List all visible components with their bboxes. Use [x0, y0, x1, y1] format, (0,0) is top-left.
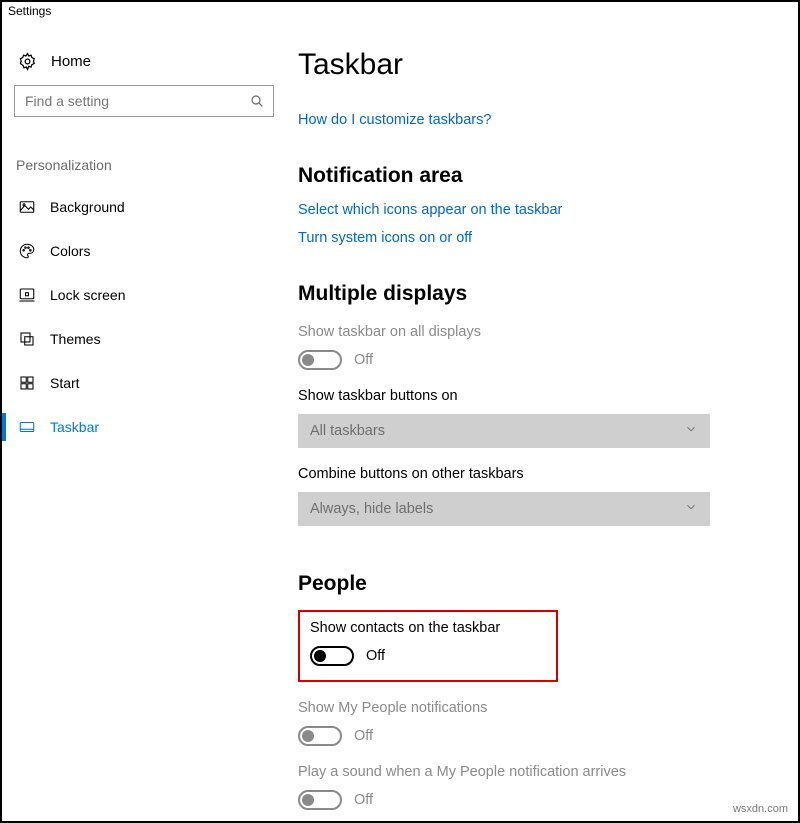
start-icon	[18, 374, 36, 392]
show-contacts-label: Show contacts on the taskbar	[310, 620, 546, 636]
nav-lock-screen[interactable]: Lock screen	[14, 273, 280, 317]
search-input[interactable]	[23, 92, 249, 110]
chevron-down-icon	[684, 500, 698, 518]
palette-icon	[18, 242, 36, 260]
nav-label: Lock screen	[50, 287, 125, 303]
page-title: Taskbar	[298, 48, 738, 82]
themes-icon	[18, 330, 36, 348]
section-people: People	[298, 572, 738, 596]
highlight-box: Show contacts on the taskbar Off	[298, 610, 558, 682]
nav-label: Start	[50, 375, 80, 391]
people-sound-label: Play a sound when a My People notificati…	[298, 764, 738, 780]
people-notif-toggle: Off	[298, 726, 738, 746]
nav-group-title: Personalization	[14, 157, 280, 173]
taskbar-icon	[18, 418, 36, 436]
toggle-state: Off	[354, 728, 373, 744]
home-nav[interactable]: Home	[14, 48, 280, 85]
toggle-state: Off	[366, 648, 385, 664]
section-displays: Multiple displays	[298, 282, 738, 306]
toggle-state: Off	[354, 352, 373, 368]
search-icon	[249, 93, 265, 109]
toggle-switch	[298, 790, 342, 810]
nav-label: Background	[50, 199, 125, 215]
people-sound-toggle: Off	[298, 790, 738, 810]
dropdown-value: All taskbars	[310, 423, 385, 439]
nav-colors[interactable]: Colors	[14, 229, 280, 273]
sidebar: Home Personalization Background Colors	[2, 22, 292, 819]
nav-themes[interactable]: Themes	[14, 317, 280, 361]
nav-background[interactable]: Background	[14, 185, 280, 229]
gear-icon	[18, 52, 37, 71]
chevron-down-icon	[684, 422, 698, 440]
section-notification: Notification area	[298, 164, 738, 188]
nav-label: Colors	[50, 243, 90, 259]
link-select-icons[interactable]: Select which icons appear on the taskbar	[298, 202, 738, 218]
link-system-icons[interactable]: Turn system icons on or off	[298, 230, 738, 246]
show-buttons-label: Show taskbar buttons on	[298, 388, 738, 404]
combine-buttons-label: Combine buttons on other taskbars	[298, 466, 738, 482]
combine-buttons-dropdown[interactable]: Always, hide labels	[298, 492, 710, 526]
show-taskbar-all-label: Show taskbar on all displays	[298, 324, 738, 340]
dropdown-value: Always, hide labels	[310, 501, 433, 517]
toggle-switch[interactable]	[310, 646, 354, 666]
lock-screen-icon	[18, 286, 36, 304]
show-buttons-dropdown[interactable]: All taskbars	[298, 414, 710, 448]
show-contacts-toggle[interactable]: Off	[310, 646, 546, 666]
main-content: Taskbar How do I customize taskbars? Not…	[292, 22, 798, 819]
people-notif-label: Show My People notifications	[298, 700, 738, 716]
help-link[interactable]: How do I customize taskbars?	[298, 112, 738, 128]
home-label: Home	[51, 53, 91, 70]
nav-taskbar[interactable]: Taskbar	[14, 405, 280, 449]
show-taskbar-all-toggle: Off	[298, 350, 738, 370]
search-box[interactable]	[14, 85, 274, 117]
window-title: Settings	[2, 2, 798, 22]
nav-label: Taskbar	[50, 419, 99, 435]
nav-start[interactable]: Start	[14, 361, 280, 405]
toggle-switch	[298, 726, 342, 746]
picture-icon	[18, 198, 36, 216]
attribution: wsxdn.com	[733, 803, 788, 815]
toggle-state: Off	[354, 792, 373, 808]
nav-label: Themes	[50, 331, 101, 347]
toggle-switch	[298, 350, 342, 370]
